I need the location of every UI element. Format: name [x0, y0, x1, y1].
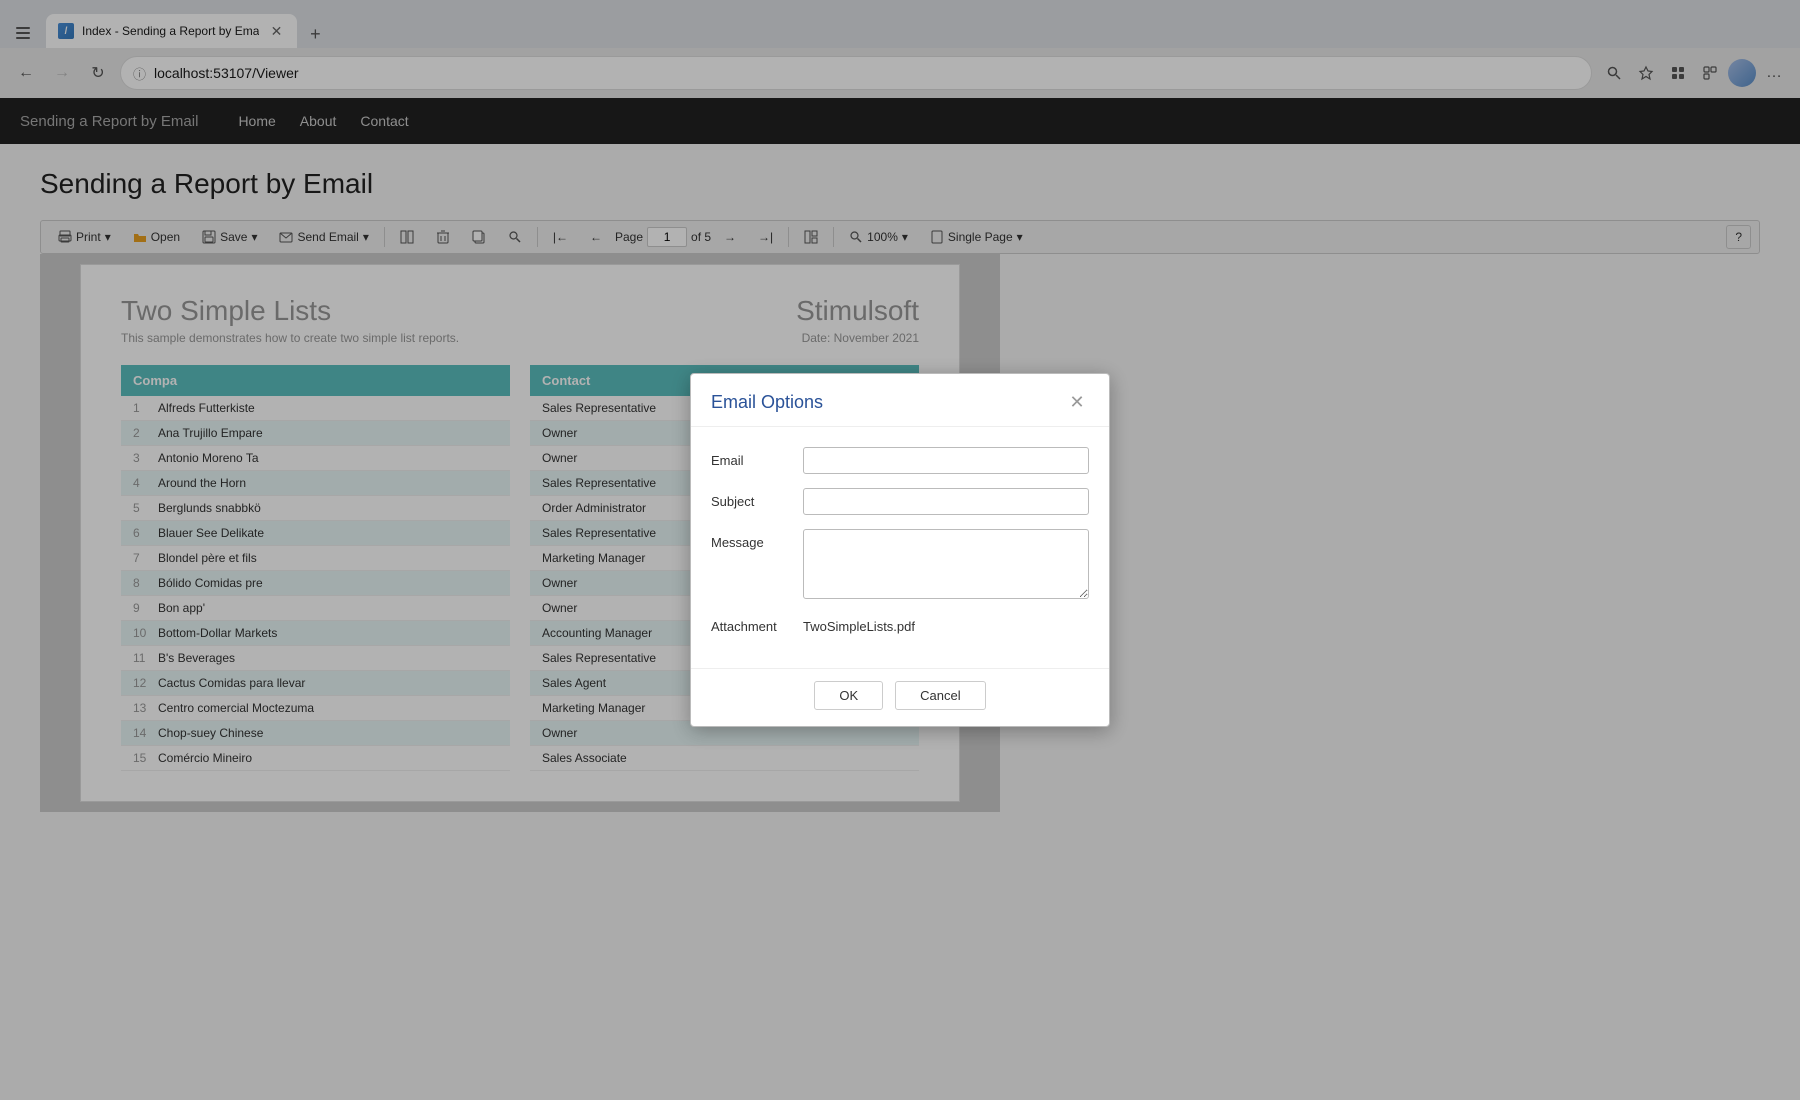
email-input[interactable] — [803, 447, 1089, 474]
dialog-footer: OK Cancel — [691, 668, 1109, 726]
message-label: Message — [711, 529, 791, 550]
subject-label: Subject — [711, 488, 791, 509]
ok-button[interactable]: OK — [814, 681, 883, 710]
dialog-body: Email Subject Message Attachment TwoSimp… — [691, 427, 1109, 668]
message-field-row: Message — [711, 529, 1089, 599]
cancel-button[interactable]: Cancel — [895, 681, 985, 710]
dialog-title: Email Options — [711, 392, 823, 413]
attachment-row: Attachment TwoSimpleLists.pdf — [711, 613, 1089, 634]
email-field-row: Email — [711, 447, 1089, 474]
dialog-overlay: Email Options ✕ Email Subject Message At… — [0, 0, 1800, 1100]
dialog-close-button[interactable]: ✕ — [1065, 390, 1089, 414]
dialog-header: Email Options ✕ — [691, 374, 1109, 427]
subject-input[interactable] — [803, 488, 1089, 515]
email-options-dialog: Email Options ✕ Email Subject Message At… — [690, 373, 1110, 727]
attachment-label: Attachment — [711, 613, 791, 634]
email-label: Email — [711, 447, 791, 468]
message-textarea[interactable] — [803, 529, 1089, 599]
attachment-value: TwoSimpleLists.pdf — [803, 613, 915, 634]
subject-field-row: Subject — [711, 488, 1089, 515]
